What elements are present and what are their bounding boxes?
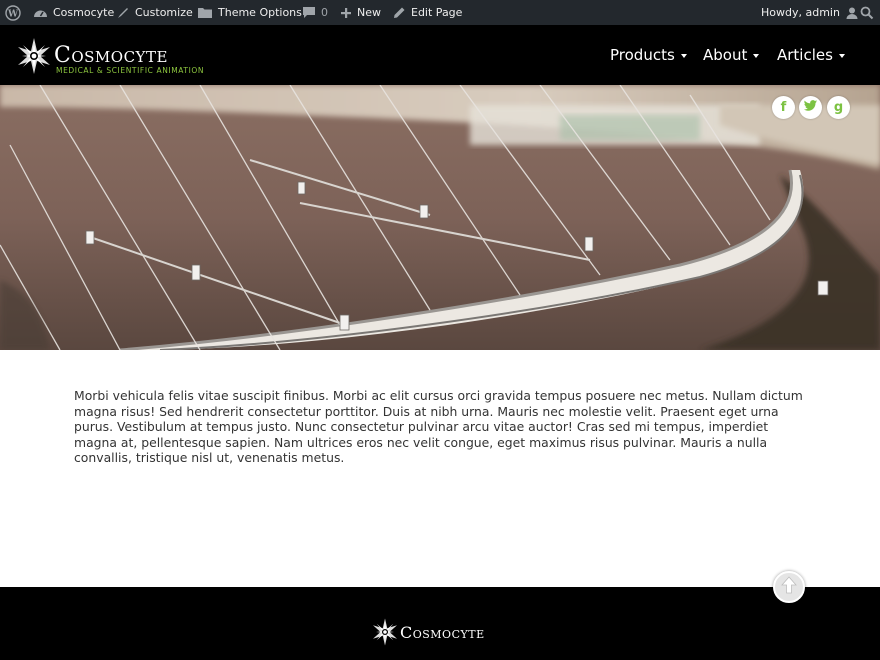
footer-logo-wordmark: Cosmocyte: [400, 623, 485, 642]
brush-icon: [116, 6, 130, 20]
theme-options-link[interactable]: Theme Options: [197, 0, 302, 25]
nav-about-label: About: [703, 46, 748, 64]
new-content-link[interactable]: New: [340, 0, 381, 25]
theme-options-label: Theme Options: [218, 6, 302, 19]
comments-link[interactable]: 0: [302, 0, 328, 25]
back-to-top-button[interactable]: [773, 571, 805, 603]
howdy-label: Howdy, admin: [761, 6, 840, 19]
svg-text:W: W: [7, 9, 19, 19]
hero-banner: f g: [0, 85, 880, 350]
nav-articles-label: Articles: [777, 46, 833, 64]
site-footer: Cosmocyte: [0, 587, 880, 660]
starburst-logo-icon: [370, 617, 400, 651]
search-icon: [860, 6, 874, 20]
edit-page-link[interactable]: Edit Page: [392, 0, 462, 25]
wordpress-icon: W: [5, 4, 21, 21]
twitter-icon: [804, 100, 818, 115]
admin-toolbar: W Cosmocyte Customize Theme Options 0 Ne…: [0, 0, 880, 25]
comment-icon: [302, 6, 316, 19]
facebook-button[interactable]: f: [772, 96, 795, 119]
nav-products-label: Products: [610, 46, 675, 64]
site-name-link[interactable]: Cosmocyte: [33, 0, 114, 25]
site-header: Cosmocyte MEDICAL & SCIENTIFIC ANIMATION…: [0, 25, 880, 85]
nav-products[interactable]: Products: [610, 45, 687, 65]
google-plus-button[interactable]: g: [827, 96, 850, 119]
footer-logo-link[interactable]: Cosmocyte: [370, 617, 520, 649]
chevron-down-icon: [680, 54, 687, 58]
chevron-down-icon: [838, 54, 845, 58]
customize-label: Customize: [135, 6, 193, 19]
wordpress-logo-button[interactable]: W: [5, 0, 21, 25]
nav-articles[interactable]: Articles: [777, 45, 845, 65]
search-button[interactable]: [860, 0, 874, 25]
starburst-logo-icon: [14, 37, 54, 79]
dashboard-icon: [33, 6, 48, 20]
edit-page-label: Edit Page: [411, 6, 463, 19]
user-avatar-icon: [845, 6, 859, 20]
chevron-down-icon: [753, 54, 760, 58]
site-logo-link[interactable]: Cosmocyte MEDICAL & SCIENTIFIC ANIMATION: [14, 35, 224, 77]
customize-link[interactable]: Customize: [116, 0, 193, 25]
pencil-icon: [392, 6, 406, 20]
folder-icon: [197, 6, 213, 19]
facebook-icon: f: [780, 100, 787, 115]
new-label: New: [357, 6, 381, 19]
google-plus-icon: g: [833, 100, 844, 115]
arrow-up-icon: [781, 576, 797, 598]
plus-icon: [340, 7, 352, 19]
nav-about[interactable]: About: [703, 45, 760, 65]
logo-tagline: MEDICAL & SCIENTIFIC ANIMATION: [56, 66, 205, 75]
page-content: Morbi vehicula felis vitae suscipit fini…: [74, 388, 806, 466]
body-paragraph: Morbi vehicula felis vitae suscipit fini…: [74, 388, 803, 466]
twitter-button[interactable]: [799, 96, 822, 119]
logo-wordmark: Cosmocyte: [54, 43, 168, 68]
my-account-link[interactable]: Howdy, admin: [761, 0, 859, 25]
site-name-label: Cosmocyte: [53, 6, 115, 19]
comments-count: 0: [321, 6, 328, 19]
bridge-photo-image: [0, 85, 880, 350]
